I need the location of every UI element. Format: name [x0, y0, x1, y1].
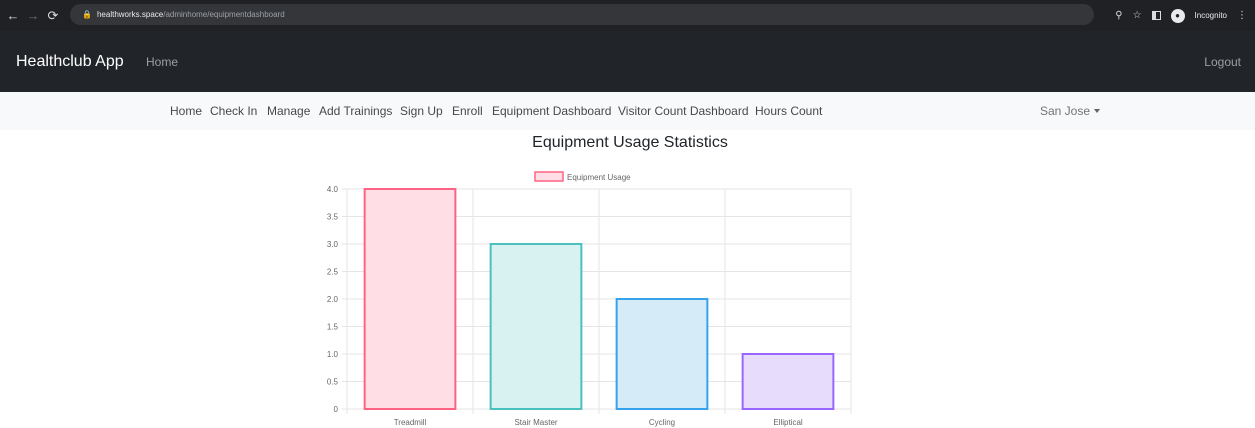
x-tick-label: Stair Master [514, 418, 557, 427]
y-tick-label: 3.0 [327, 240, 339, 249]
bar-cycling [615, 298, 709, 410]
y-tick-label: 4.0 [327, 185, 339, 194]
x-tick-label: Elliptical [773, 418, 803, 427]
y-tick-label: 0 [334, 405, 339, 414]
y-tick-label: 2.5 [327, 268, 339, 277]
bar-treadmill [363, 188, 457, 410]
legend-swatch [534, 171, 564, 182]
equipment-usage-chart: 0 0.5 1.0 1.5 2.0 2.5 3.0 3.5 4.0 Treadmill Stair … [327, 171, 852, 427]
y-tick-label: 3.5 [327, 213, 339, 222]
y-tick-label: 0.5 [327, 378, 339, 387]
y-tick-label: 2.0 [327, 295, 339, 304]
legend-label: Equipment Usage [567, 173, 631, 182]
y-tick-label: 1.0 [327, 350, 339, 359]
bar-elliptical [741, 353, 835, 410]
x-tick-label: Cycling [649, 418, 675, 427]
bar-stair-master [489, 243, 583, 410]
y-tick-label: 1.5 [327, 323, 339, 332]
x-tick-label: Treadmill [394, 418, 427, 427]
